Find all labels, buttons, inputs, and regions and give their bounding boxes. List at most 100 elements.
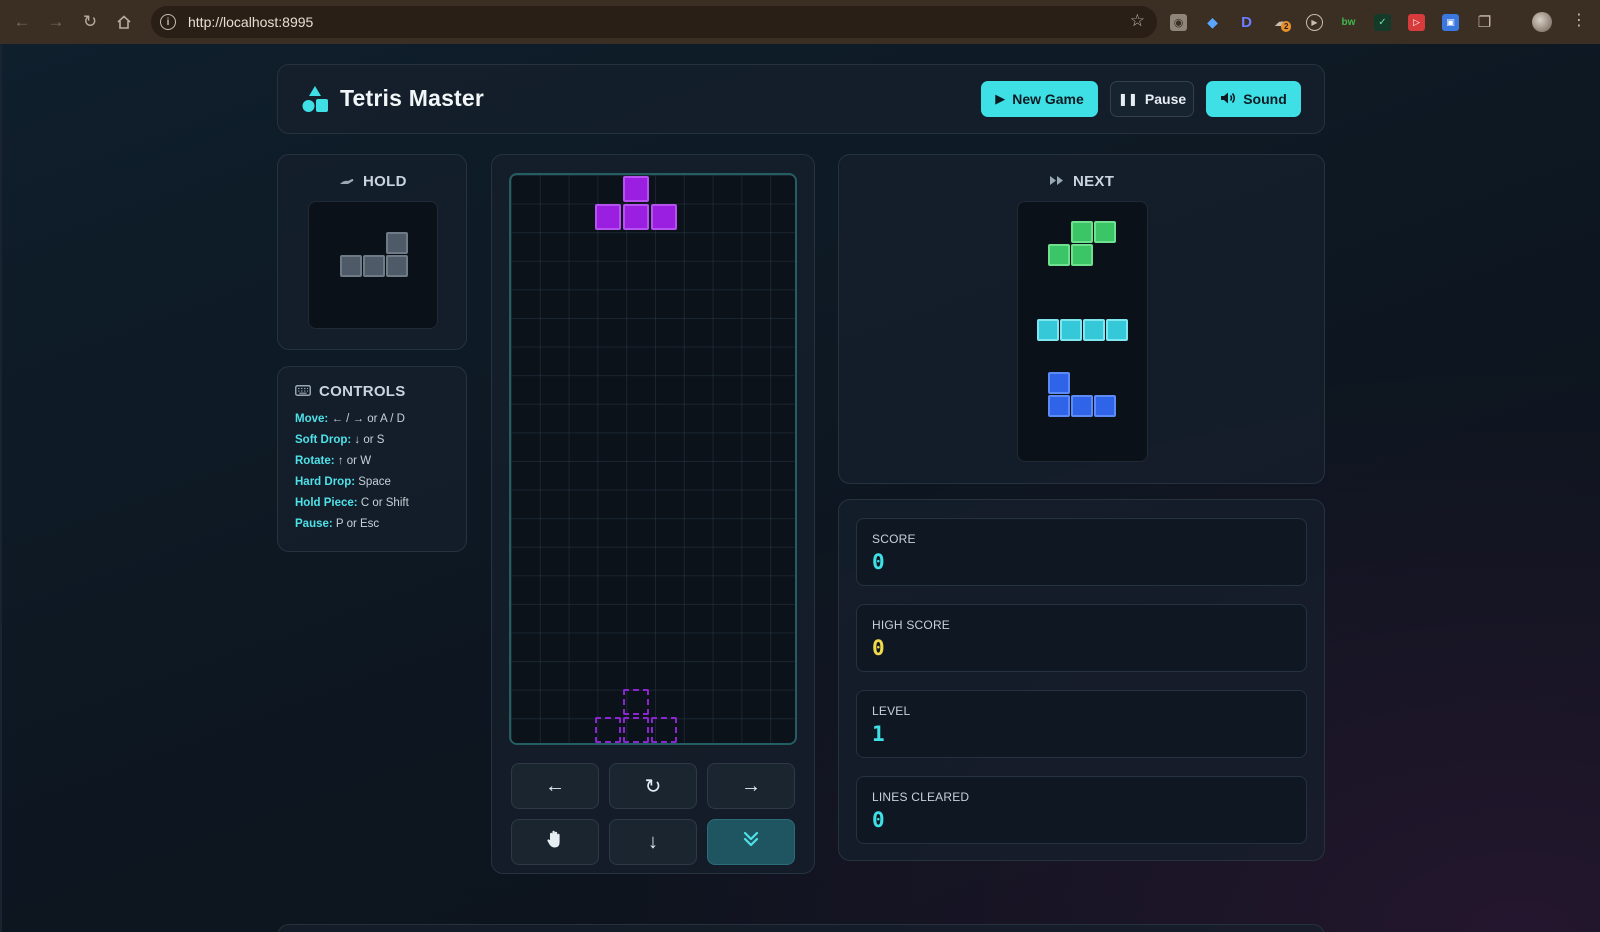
d-extension-icon[interactable]: D (1238, 14, 1255, 31)
cloud-extension-icon[interactable]: ☁ 2 (1272, 14, 1292, 32)
app-header: Tetris Master ▶ New Game ❚❚ Pause Sound (277, 64, 1325, 134)
next-pieces-display (1017, 201, 1148, 462)
arrow-down-icon: ↓ (648, 830, 658, 853)
play-extension-icon[interactable]: ▶ (1306, 13, 1323, 31)
control-move: Move: ← / → or A / D (295, 413, 405, 425)
new-game-label: New Game (1012, 91, 1084, 107)
reload-icon[interactable]: ↻ (73, 5, 107, 39)
red-extension-icon[interactable]: ▷ (1408, 13, 1425, 31)
hold-piece-block (363, 255, 385, 277)
next-piece-block (1106, 319, 1128, 341)
active-piece-block (623, 204, 649, 230)
move-right-button[interactable]: → (707, 763, 795, 809)
game-page: Tetris Master ▶ New Game ❚❚ Pause Sound … (0, 44, 1600, 932)
level-label: LEVEL (872, 704, 911, 718)
hold-piece-block (386, 232, 408, 254)
ghost-piece-block (623, 689, 649, 715)
rotate-button[interactable]: ↻ (609, 763, 697, 809)
next-piece-block (1071, 221, 1093, 243)
extensions-area: ◉ ◆ D ☁ 2 ▶ bw ✓ ▷ ▣ ❐ (1170, 10, 1510, 34)
high-score-label: HIGH SCORE (872, 618, 951, 632)
site-info-icon[interactable]: i (160, 14, 176, 30)
url-text: http://localhost:8995 (188, 14, 314, 30)
ghost-piece-block (623, 717, 649, 743)
next-piece-block (1048, 395, 1070, 417)
arrow-left-icon: ← (545, 774, 565, 797)
bookmark-star-icon[interactable]: ☆ (1130, 11, 1145, 31)
move-left-button[interactable]: ← (511, 763, 599, 809)
pause-button[interactable]: ❚❚ Pause (1110, 81, 1194, 117)
control-rotate: Rotate: ↑ or W (295, 455, 372, 467)
hold-button[interactable] (511, 819, 599, 865)
lines-cleared-value: 0 (872, 808, 885, 832)
controls-title: CONTROLS (295, 383, 406, 400)
next-title: NEXT (1049, 173, 1114, 190)
home-icon[interactable] (107, 5, 141, 39)
pause-label: Pause (1144, 91, 1187, 107)
arrow-right-icon: → (741, 774, 761, 797)
ghost-piece-block (595, 717, 621, 743)
sound-label: Sound (1243, 91, 1287, 107)
address-bar[interactable]: i http://localhost:8995 ☆ (151, 6, 1157, 38)
footer-panel-edge (277, 924, 1325, 932)
camera-extension-icon[interactable]: ◉ (1170, 13, 1187, 31)
score-value: 0 (872, 550, 885, 574)
bw-extension-icon[interactable]: bw (1340, 14, 1357, 31)
hard-drop-button[interactable] (707, 819, 795, 865)
puzzle-extension-icon[interactable]: ❐ (1476, 14, 1493, 31)
browser-toolbar: ← → ↻ i http://localhost:8995 ☆ ◉ ◆ D ☁ 2… (0, 0, 1600, 44)
hold-piece-display (308, 201, 438, 329)
browser-menu-icon[interactable]: ⋮ (1571, 11, 1587, 31)
next-piece-block (1048, 372, 1070, 394)
sound-button[interactable]: Sound (1206, 81, 1301, 117)
hand-icon (546, 829, 564, 855)
score-label: SCORE (872, 532, 916, 546)
active-piece-block (651, 204, 677, 230)
hand-holding-icon (339, 174, 355, 189)
next-piece-block (1094, 395, 1116, 417)
active-piece-block (595, 204, 621, 230)
hold-piece-block (386, 255, 408, 277)
hold-title: HOLD (339, 173, 407, 190)
high-score-value: 0 (872, 636, 885, 660)
app-title: Tetris Master (340, 85, 485, 111)
hold-panel: HOLD (277, 154, 467, 350)
back-icon[interactable]: ← (5, 5, 39, 39)
next-piece-block (1060, 319, 1082, 341)
control-pause: Pause: P or Esc (295, 518, 380, 530)
level-value: 1 (872, 722, 885, 746)
control-hold-piece: Hold Piece: C or Shift (295, 497, 409, 509)
new-game-button[interactable]: ▶ New Game (981, 81, 1098, 117)
control-soft-drop: Soft Drop: ↓ or S (295, 434, 385, 446)
speaker-icon (1220, 91, 1236, 108)
lines-cleared-card: LINES CLEARED 0 (856, 776, 1307, 844)
game-board[interactable] (509, 173, 797, 745)
next-piece-block (1071, 395, 1093, 417)
shapes-logo-icon (302, 86, 328, 112)
soft-drop-button[interactable]: ↓ (609, 819, 697, 865)
gem-extension-icon[interactable]: ◆ (1204, 14, 1221, 31)
check-extension-icon[interactable]: ✓ (1374, 13, 1391, 31)
next-piece-block (1094, 221, 1116, 243)
doc-extension-icon[interactable]: ▣ (1442, 13, 1459, 31)
level-card: LEVEL 1 (856, 690, 1307, 758)
forward-icon[interactable]: → (39, 5, 73, 39)
stats-panel: SCORE 0 HIGH SCORE 0 LEVEL 1 LINES CLEAR… (838, 499, 1325, 861)
score-card: SCORE 0 (856, 518, 1307, 586)
hold-piece-block (340, 255, 362, 277)
rotate-icon: ↻ (644, 775, 662, 798)
lines-cleared-label: LINES CLEARED (872, 790, 970, 804)
board-panel: ← ↻ → ↓ (491, 154, 815, 874)
control-hard-drop: Hard Drop: Space (295, 476, 391, 488)
profile-avatar[interactable] (1532, 12, 1552, 32)
next-piece-block (1048, 244, 1070, 266)
extension-badge: 2 (1281, 20, 1292, 32)
active-piece-block (623, 176, 649, 202)
pause-icon: ❚❚ (1117, 92, 1138, 106)
next-piece-block (1083, 319, 1105, 341)
next-panel: NEXT (838, 154, 1325, 484)
double-chevron-down-icon (743, 830, 759, 854)
controls-panel: CONTROLS Move: ← / → or A / D Soft Drop:… (277, 366, 467, 552)
play-icon: ▶ (995, 91, 1006, 106)
next-piece-block (1071, 244, 1093, 266)
